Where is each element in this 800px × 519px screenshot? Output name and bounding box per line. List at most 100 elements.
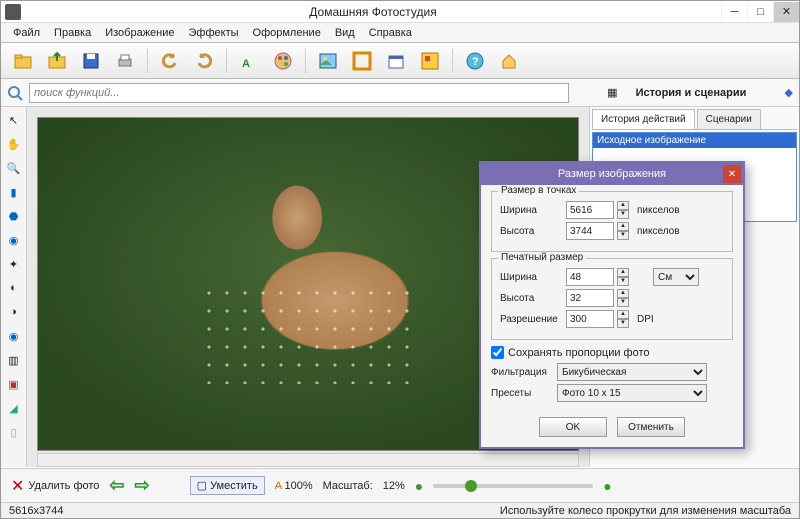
app-title: Домашняя Фотостудия [25, 5, 721, 19]
menu-help[interactable]: Справка [363, 25, 418, 41]
cancel-button[interactable]: Отменить [617, 417, 685, 437]
bottom-toolbar: ✕Удалить фото ⇦ ⇨ ▢ Уместить A 100% Масш… [1, 468, 799, 502]
next-button[interactable]: ⇨ [135, 475, 150, 496]
zoom-in-icon[interactable]: ● [603, 478, 611, 494]
menu-effects[interactable]: Эффекты [183, 25, 245, 41]
horizontal-scrollbar[interactable] [37, 453, 579, 467]
close-button[interactable]: ✕ [773, 2, 799, 22]
unit-select[interactable]: См [653, 268, 699, 286]
collage-icon[interactable] [416, 47, 444, 75]
keep-ratio-checkbox[interactable] [491, 346, 504, 359]
delete-photo-button[interactable]: ✕Удалить фото [11, 476, 99, 496]
help-icon[interactable]: ? [461, 47, 489, 75]
spin-down-icon[interactable]: ▼ [617, 298, 629, 307]
spin-up-icon[interactable]: ▲ [617, 268, 629, 277]
group-pixel-size: Размер в точках Ширина ▲▼ пикселов Высот… [491, 191, 733, 252]
status-hint: Используйте колесо прокрутки для изменен… [500, 505, 791, 517]
px-unit2: пикселов [637, 226, 680, 237]
preset-select[interactable]: Фото 10 x 15 [557, 384, 707, 402]
statusbar: 5616x3744 Используйте колесо прокрутки д… [1, 502, 799, 518]
history-item[interactable]: Исходное изображение [593, 133, 796, 148]
search-row: ▦ История и сценарии ◆ [1, 79, 799, 107]
tab-scenarios[interactable]: Сценарии [697, 109, 761, 129]
minimize-button[interactable]: ─ [721, 2, 747, 22]
menu-decoration[interactable]: Оформление [247, 25, 327, 41]
collapse-icon[interactable]: ◆ [785, 86, 793, 99]
group-print-size: Печатный размер Ширина ▲▼ См Высота ▲▼ Р… [491, 258, 733, 340]
undo-icon[interactable] [156, 47, 184, 75]
menu-edit[interactable]: Правка [48, 25, 97, 41]
zoom-out-icon[interactable]: ● [415, 478, 423, 494]
spin-down-icon[interactable]: ▼ [617, 231, 629, 240]
menu-view[interactable]: Вид [329, 25, 361, 41]
app-icon [5, 4, 21, 20]
darken-icon[interactable]: ◑ [5, 303, 23, 321]
spin-down-icon[interactable]: ▼ [617, 277, 629, 286]
dialog-close-button[interactable]: ✕ [723, 165, 741, 183]
zoom-100-button[interactable]: A 100% [275, 480, 313, 492]
spin-down-icon[interactable]: ▼ [617, 210, 629, 219]
spin-down-icon[interactable]: ▼ [617, 319, 629, 328]
frame-icon[interactable] [348, 47, 376, 75]
export-icon[interactable] [43, 47, 71, 75]
status-dimensions: 5616x3744 [9, 505, 63, 517]
fit-button[interactable]: ▢ Уместить [190, 476, 265, 495]
drop-icon[interactable]: ⬣ [5, 207, 23, 225]
print-icon[interactable] [111, 47, 139, 75]
maximize-button[interactable]: □ [747, 2, 773, 22]
zoom-slider[interactable] [433, 484, 593, 488]
filter-select[interactable]: Бикубическая [557, 363, 707, 381]
search-icon [7, 85, 23, 101]
search-input[interactable] [29, 83, 569, 103]
crop-icon[interactable]: ▯ [5, 423, 23, 441]
eye-icon[interactable]: ◉ [5, 327, 23, 345]
slider-knob[interactable] [465, 480, 477, 492]
spin-up-icon[interactable]: ▲ [617, 201, 629, 210]
wand-icon[interactable]: ✦ [5, 255, 23, 273]
history-panel-icon: ▦ [607, 86, 617, 99]
save-icon[interactable] [77, 47, 105, 75]
history-panel-label: История и сценарии [636, 87, 747, 99]
height-px-input[interactable] [566, 222, 614, 240]
spin-up-icon[interactable]: ▲ [617, 310, 629, 319]
delete-icon: ✕ [11, 476, 24, 496]
spin-up-icon[interactable]: ▲ [617, 289, 629, 298]
brush-icon[interactable]: ▮ [5, 183, 23, 201]
main-toolbar: A ? [1, 43, 799, 79]
zoom-icon[interactable]: 🔍 [5, 159, 23, 177]
open-icon[interactable] [9, 47, 37, 75]
tab-history[interactable]: История действий [592, 109, 695, 129]
resolution-input[interactable] [566, 310, 614, 328]
text-icon[interactable]: A [235, 47, 263, 75]
stamp-icon[interactable]: ▣ [5, 375, 23, 393]
scale-value: 12% [383, 480, 405, 492]
ok-button[interactable]: OK [539, 417, 607, 437]
menu-file[interactable]: Файл [7, 25, 46, 41]
spin-up-icon[interactable]: ▲ [617, 222, 629, 231]
palette-icon[interactable] [269, 47, 297, 75]
home-icon[interactable] [495, 47, 523, 75]
svg-text:A: A [242, 58, 250, 70]
dpi-unit: DPI [637, 314, 654, 325]
prev-button[interactable]: ⇦ [109, 475, 124, 496]
hand-icon[interactable]: ✋ [5, 135, 23, 153]
titlebar: Домашняя Фотостудия ─ □ ✕ [1, 1, 799, 23]
group-print-label: Печатный размер [498, 252, 586, 263]
eraser-icon[interactable]: ◢ [5, 399, 23, 417]
levels-icon[interactable]: ▥ [5, 351, 23, 369]
contrast-icon[interactable]: ◐ [5, 279, 23, 297]
menu-image[interactable]: Изображение [99, 25, 180, 41]
calendar-icon[interactable] [382, 47, 410, 75]
filter-label: Фильтрация [491, 367, 553, 378]
redo-icon[interactable] [190, 47, 218, 75]
clone-icon[interactable]: ◉ [5, 231, 23, 249]
height-cm-input[interactable] [566, 289, 614, 307]
image-icon[interactable] [314, 47, 342, 75]
keep-ratio-label: Сохранять пропорции фото [508, 347, 650, 359]
width-cm-input[interactable] [566, 268, 614, 286]
px-unit: пикселов [637, 205, 680, 216]
width-cm-label: Ширина [500, 272, 562, 283]
width-px-input[interactable] [566, 201, 614, 219]
dialog-titlebar[interactable]: Размер изображения ✕ [481, 163, 743, 185]
pointer-icon[interactable]: ↖ [5, 111, 23, 129]
